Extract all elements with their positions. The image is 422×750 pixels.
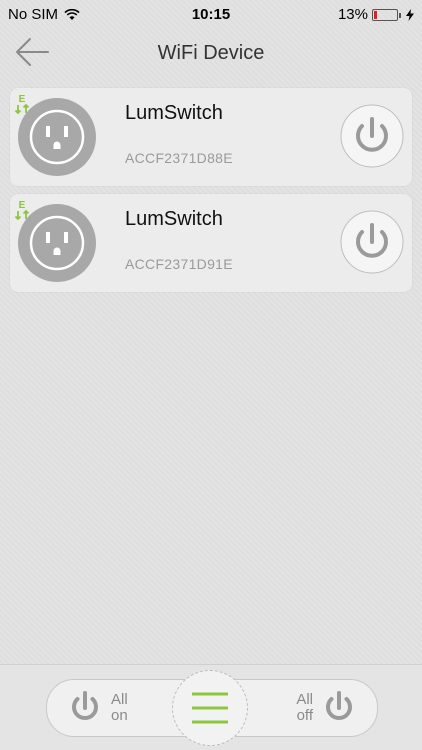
header: WiFi Device bbox=[0, 28, 422, 78]
all-off-label: All off bbox=[296, 691, 313, 724]
menu-button[interactable] bbox=[172, 670, 248, 746]
device-card[interactable]: E LumSwitch ACCF2371D91E bbox=[10, 194, 412, 292]
device-id: ACCF2371D88E bbox=[125, 150, 233, 166]
outlet-icon bbox=[18, 98, 96, 176]
battery-percent: 13% bbox=[337, 6, 368, 23]
page-title: WiFi Device bbox=[157, 42, 265, 64]
device-name: LumSwitch bbox=[125, 102, 223, 124]
power-toggle-button[interactable] bbox=[340, 104, 404, 168]
power-toggle-button[interactable] bbox=[340, 210, 404, 274]
battery-icon bbox=[372, 8, 401, 21]
status-right: 13% bbox=[338, 6, 414, 23]
menu-icon bbox=[192, 692, 228, 724]
device-card[interactable]: E LumSwitch ACCF2371D88E bbox=[10, 88, 412, 186]
status-bar: No SIM 10:15 13% bbox=[0, 0, 422, 28]
charging-icon bbox=[406, 8, 414, 21]
all-off-button[interactable]: All off bbox=[267, 680, 377, 736]
device-name: LumSwitch bbox=[125, 208, 223, 230]
power-icon bbox=[72, 691, 98, 721]
battery-level bbox=[374, 10, 377, 19]
power-icon bbox=[340, 104, 404, 168]
all-on-button[interactable]: All on bbox=[47, 680, 157, 736]
device-id: ACCF2371D91E bbox=[125, 256, 233, 272]
outlet-icon bbox=[18, 204, 96, 282]
all-on-label: All on bbox=[111, 691, 128, 724]
power-icon bbox=[326, 691, 352, 721]
power-icon bbox=[340, 210, 404, 274]
